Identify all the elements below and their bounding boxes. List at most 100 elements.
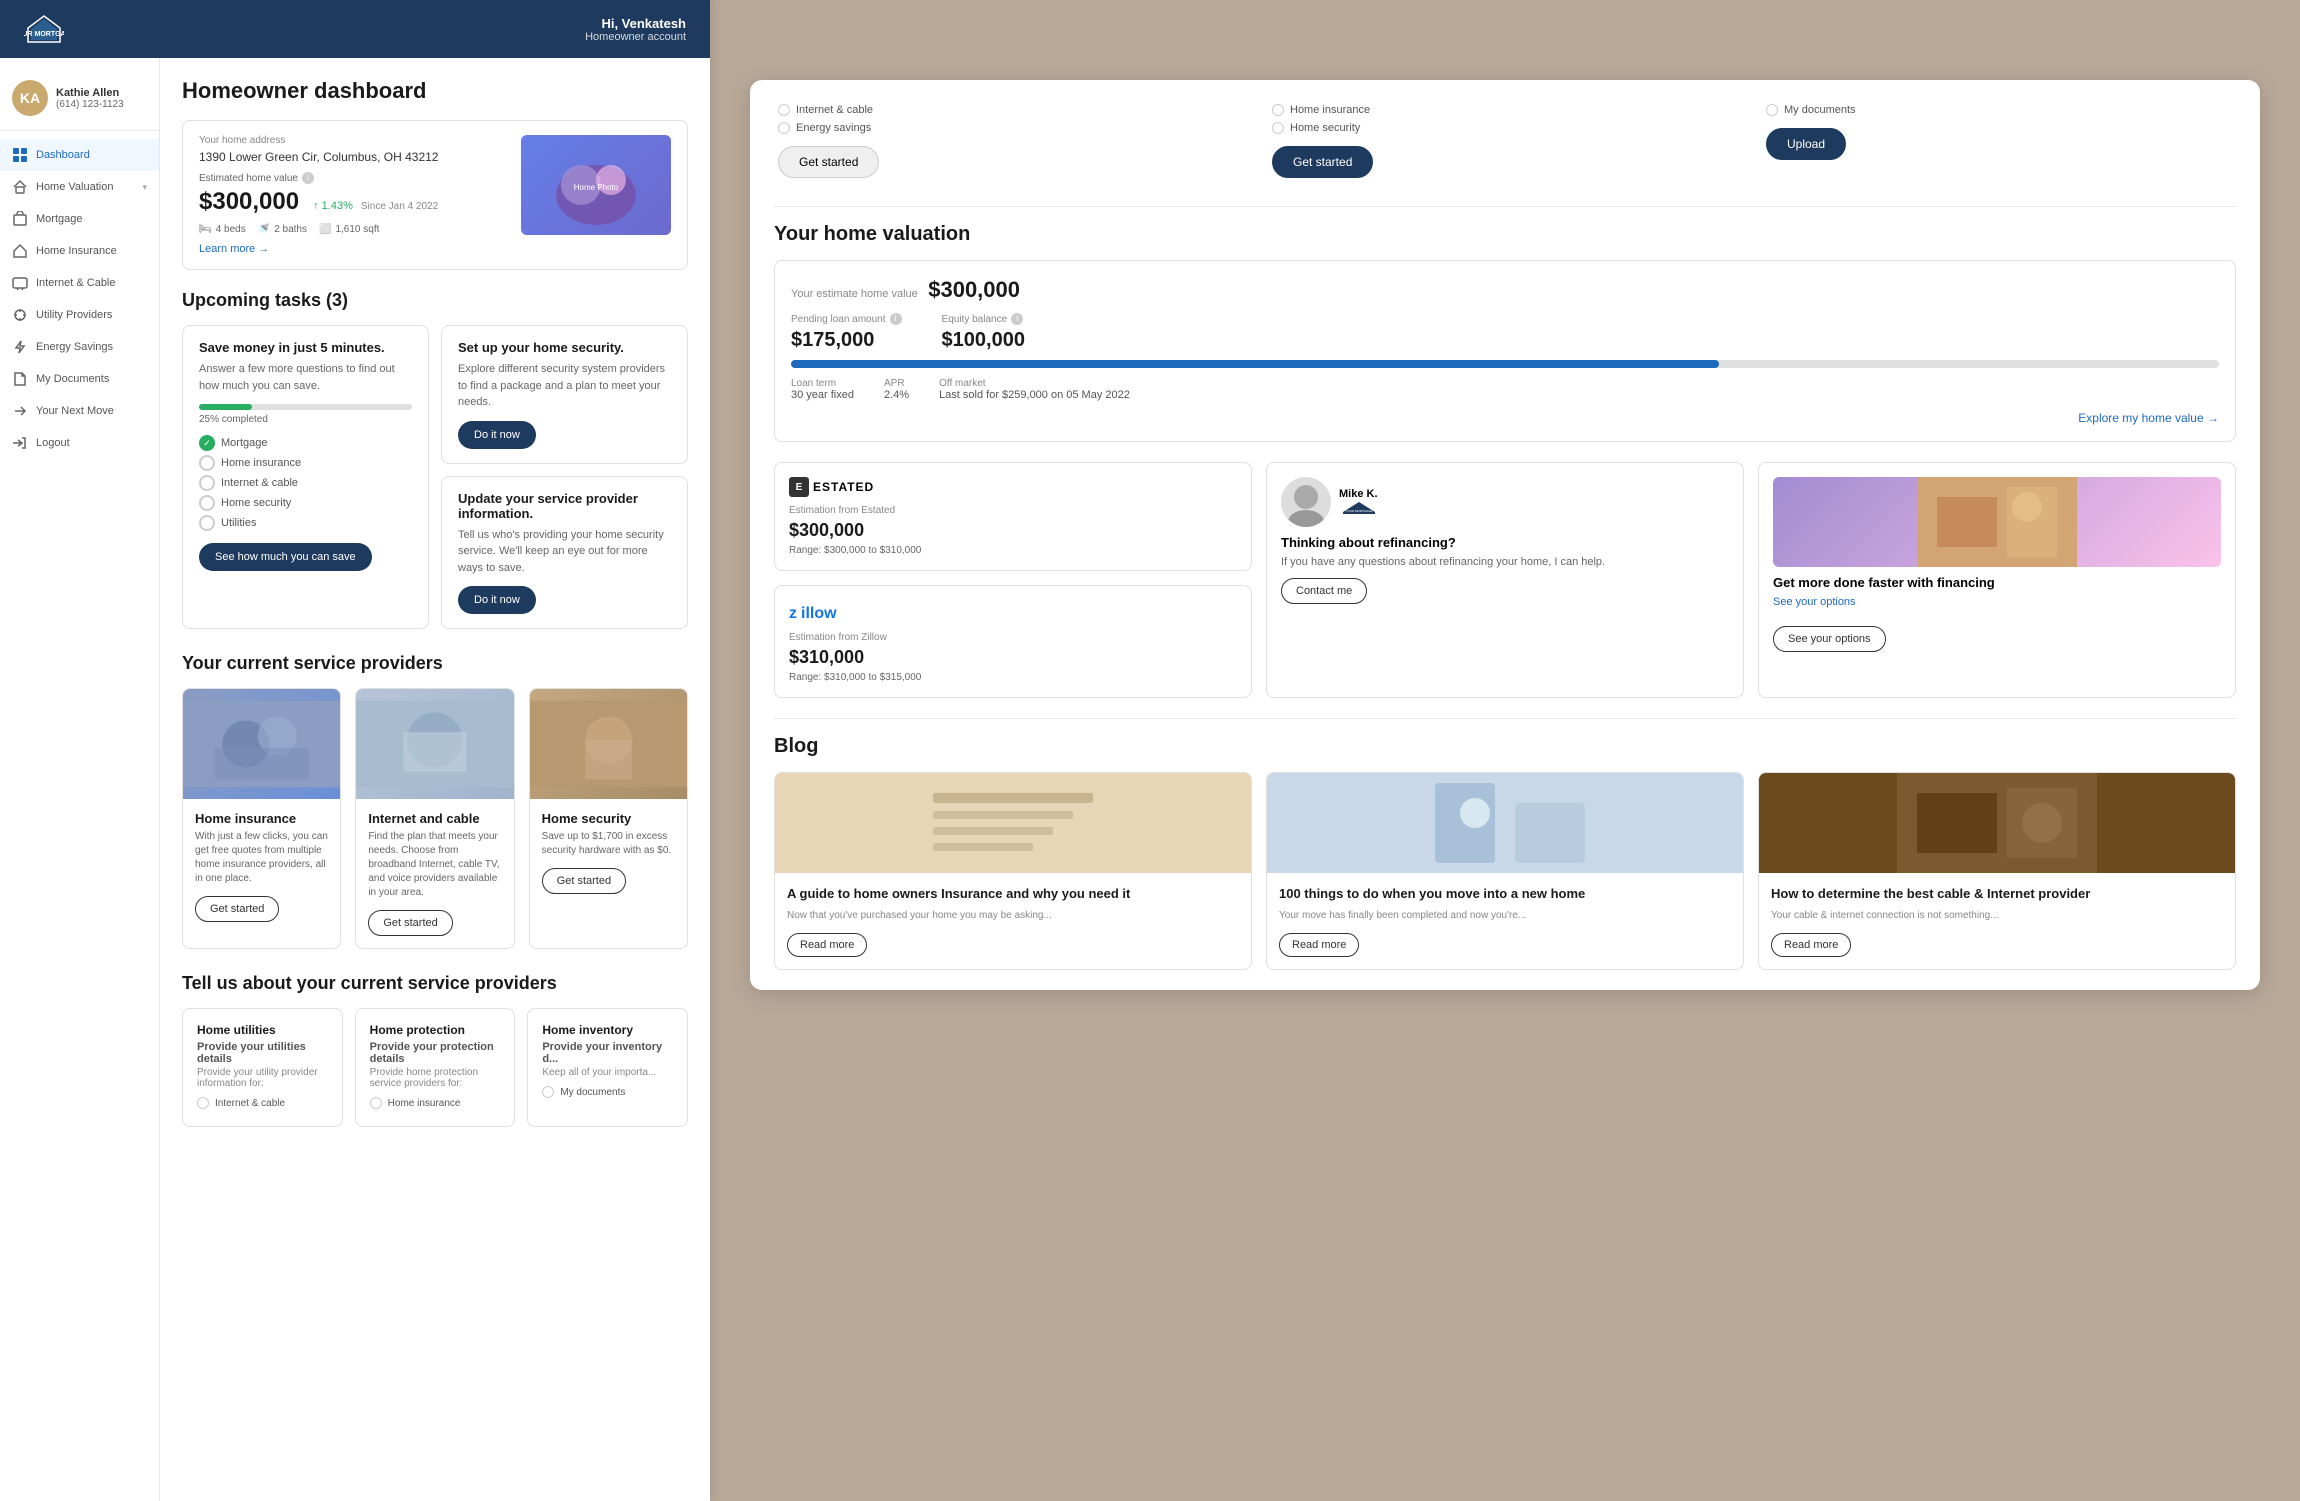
equity-metric: Equity balance i $100,000 bbox=[942, 313, 1025, 352]
do-it-now-button-2[interactable]: Do it now bbox=[458, 586, 536, 614]
sidebar-home-valuation-label: Home Valuation bbox=[36, 181, 113, 193]
sidebar-item-utility-providers[interactable]: Utility Providers bbox=[0, 299, 159, 331]
advisor-name: Mike K. bbox=[1339, 488, 1379, 500]
since-date: Since Jan 4 2022 bbox=[361, 201, 438, 212]
refinance-title: Thinking about refinancing? bbox=[1281, 535, 1729, 550]
sidebar-item-dashboard[interactable]: Dashboard bbox=[0, 139, 159, 171]
home-image: Home Photo bbox=[521, 135, 671, 235]
user-name: Kathie Allen bbox=[56, 87, 124, 99]
get-started-button-1[interactable]: Get started bbox=[778, 146, 879, 178]
check-circle-empty-3 bbox=[199, 495, 215, 511]
tasks-grid: Save money in just 5 minutes. Answer a f… bbox=[182, 325, 688, 629]
financing-image bbox=[1773, 477, 2221, 567]
blog-title: Blog bbox=[774, 735, 2236, 758]
sidebar-your-next-move-label: Your Next Move bbox=[36, 405, 114, 417]
home-valuation-icon bbox=[12, 179, 28, 195]
service-security-desc: Save up to $1,700 in excess security har… bbox=[542, 830, 675, 858]
tell-utilities-title: Home utilities bbox=[197, 1023, 328, 1037]
blog3-read-more[interactable]: Read more bbox=[1771, 933, 1851, 957]
contact-me-button[interactable]: Contact me bbox=[1281, 578, 1367, 604]
option-my-documents: My documents bbox=[1766, 104, 2232, 116]
sidebar-item-your-next-move[interactable]: Your Next Move bbox=[0, 395, 159, 427]
home-insurance-icon bbox=[12, 243, 28, 259]
see-your-options-button[interactable]: See your options bbox=[1773, 626, 1886, 652]
service-internet-cta[interactable]: Get started bbox=[368, 910, 452, 936]
svg-text:z: z bbox=[789, 605, 797, 622]
tell-card-protection: Home protection Provide your protection … bbox=[355, 1008, 516, 1127]
tell-card-inventory: Home inventory Provide your inventory d.… bbox=[527, 1008, 688, 1127]
your-next-move-icon bbox=[12, 403, 28, 419]
tell-us-title: Tell us about your current service provi… bbox=[182, 973, 688, 994]
radio-home-insurance[interactable] bbox=[370, 1097, 382, 1109]
see-how-much-button[interactable]: See how much you can save bbox=[199, 543, 372, 571]
radio-internet[interactable] bbox=[197, 1097, 209, 1109]
estimated-label: Estimated home value bbox=[199, 173, 298, 184]
account-type: Homeowner account bbox=[585, 31, 686, 43]
radio-my-documents[interactable] bbox=[542, 1086, 554, 1098]
sidebar-item-my-documents[interactable]: My Documents bbox=[0, 363, 159, 395]
estated-logo-text: ESTATED bbox=[813, 480, 874, 494]
get-started-button-2[interactable]: Get started bbox=[1272, 146, 1373, 178]
financing-title: Get more done faster with financing bbox=[1773, 575, 2221, 590]
info-icon[interactable]: i bbox=[302, 172, 314, 184]
tell-utilities-option: Internet & cable bbox=[197, 1097, 328, 1109]
header: YOUR MORTGAGE Hi, Venkatesh Homeowner ac… bbox=[0, 0, 710, 58]
baths: 🚿 2 baths bbox=[258, 224, 307, 235]
sidebar-item-logout[interactable]: Logout bbox=[0, 427, 159, 459]
val-metrics: Pending loan amount i $175,000 Equity ba… bbox=[791, 313, 2219, 352]
upload-button[interactable]: Upload bbox=[1766, 128, 1846, 160]
equity-label: Equity balance i bbox=[942, 313, 1025, 325]
blog1-read-more[interactable]: Read more bbox=[787, 933, 867, 957]
sidebar-my-documents-label: My Documents bbox=[36, 373, 109, 385]
info-icon-equity[interactable]: i bbox=[1011, 313, 1023, 325]
svg-text:Home Photo: Home Photo bbox=[574, 183, 619, 192]
tell-protection-desc: Provide home protection service provider… bbox=[370, 1067, 501, 1089]
task1-title: Save money in just 5 minutes. bbox=[199, 340, 412, 355]
service-providers-grid: Home insurance With just a few clicks, y… bbox=[182, 688, 688, 949]
val-estimate-value: $300,000 bbox=[928, 277, 1020, 302]
blog-card-insurance: A guide to home owners Insurance and why… bbox=[774, 772, 1252, 970]
estated-value: $300,000 bbox=[789, 520, 1237, 541]
check-circle-done: ✓ bbox=[199, 435, 215, 451]
tell-inventory-desc: Keep all of your importa... bbox=[542, 1067, 673, 1078]
dot-my-documents bbox=[1766, 104, 1778, 116]
svg-text:YOUR MORTGAGE: YOUR MORTGAGE bbox=[24, 31, 64, 38]
home-card: Your home address 1390 Lower Green Cir, … bbox=[182, 120, 688, 270]
sidebar-item-home-insurance[interactable]: Home Insurance bbox=[0, 235, 159, 267]
service-insurance-cta[interactable]: Get started bbox=[195, 896, 279, 922]
blog1-title: A guide to home owners Insurance and why… bbox=[787, 885, 1239, 903]
info-icon-loan[interactable]: i bbox=[890, 313, 902, 325]
financing-see-options[interactable]: See your options bbox=[1773, 596, 2221, 608]
sidebar-item-home-valuation[interactable]: Home Valuation ▾ bbox=[0, 171, 159, 203]
blog-grid: A guide to home owners Insurance and why… bbox=[774, 772, 2236, 970]
valuation-title: Your home valuation bbox=[774, 223, 2236, 246]
service-security-cta[interactable]: Get started bbox=[542, 868, 626, 894]
explore-my-home-value-link[interactable]: Explore my home value → bbox=[791, 411, 2219, 425]
sidebar-item-internet-cable[interactable]: Internet & Cable bbox=[0, 267, 159, 299]
service-internet-desc: Find the plan that meets your needs. Cho… bbox=[368, 830, 501, 900]
blog2-title: 100 things to do when you move into a ne… bbox=[1279, 885, 1731, 903]
sidebar-home-insurance-label: Home Insurance bbox=[36, 245, 117, 257]
blog2-read-more[interactable]: Read more bbox=[1279, 933, 1359, 957]
check-circle-empty-4 bbox=[199, 515, 215, 531]
pending-loan-metric: Pending loan amount i $175,000 bbox=[791, 313, 902, 352]
learn-more-link[interactable]: Learn more → bbox=[199, 243, 521, 255]
sidebar-item-mortgage[interactable]: Mortgage bbox=[0, 203, 159, 235]
utility-providers-icon bbox=[12, 307, 28, 323]
service-providers-title: Your current service providers bbox=[182, 653, 688, 674]
check-item-mortgage: ✓ Mortgage bbox=[199, 435, 412, 451]
sidebar-item-energy-savings[interactable]: Energy Savings bbox=[0, 331, 159, 363]
top-service-documents: My documents Upload bbox=[1762, 100, 2236, 182]
service-insurance-desc: With just a few clicks, you can get free… bbox=[195, 830, 328, 886]
value-change: ↑ 1.43% bbox=[313, 200, 353, 212]
task-card-2: Set up your home security. Explore diffe… bbox=[441, 325, 688, 464]
sidebar-utility-providers-label: Utility Providers bbox=[36, 309, 112, 321]
chevron-down-icon: ▾ bbox=[142, 182, 147, 193]
task-card-3: Update your service provider information… bbox=[441, 476, 688, 630]
internet-cable-icon bbox=[12, 275, 28, 291]
sidebar-dashboard-label: Dashboard bbox=[36, 149, 90, 161]
tell-us-grid: Home utilities Provide your utilities de… bbox=[182, 1008, 688, 1127]
do-it-now-button-1[interactable]: Do it now bbox=[458, 421, 536, 449]
sqft: ⬜ 1,610 sqft bbox=[319, 224, 379, 235]
top-services: Internet & cable Energy savings Get star… bbox=[774, 100, 2236, 182]
